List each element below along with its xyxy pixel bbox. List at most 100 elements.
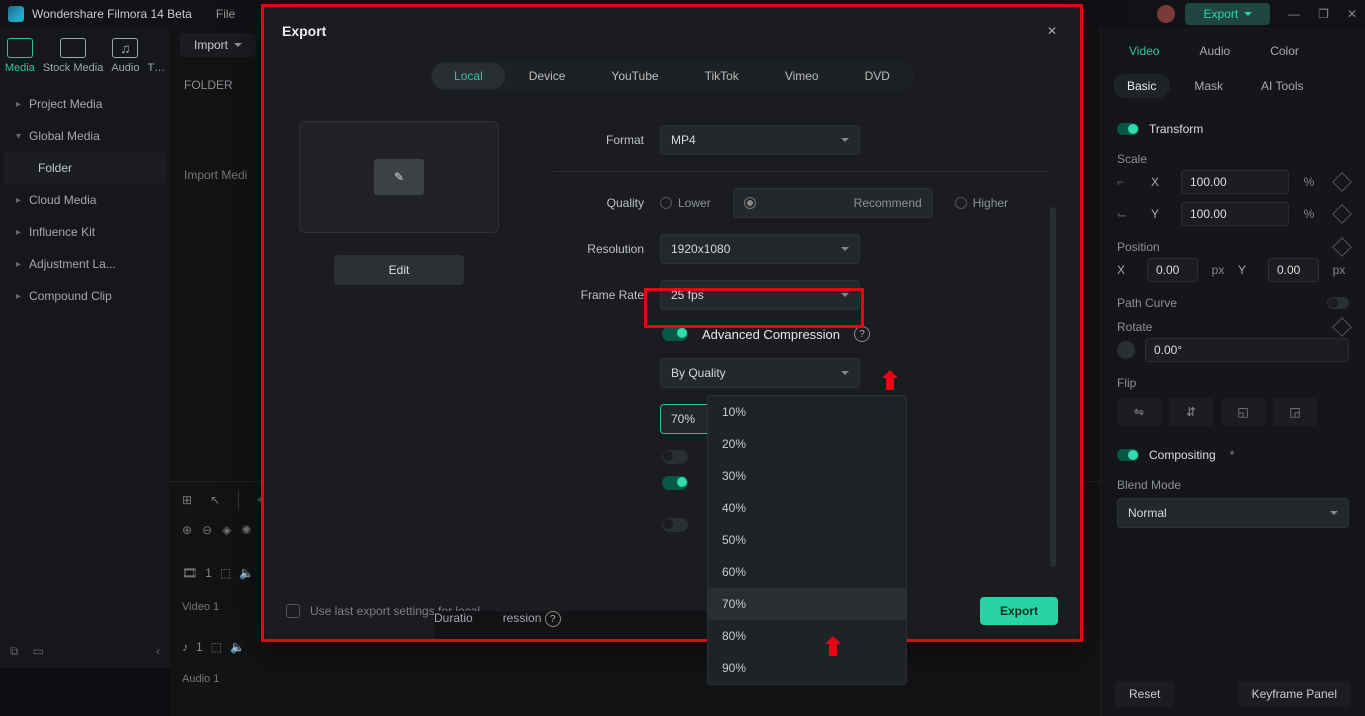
grid-icon[interactable]: ⊞ [182,493,192,507]
format-label: Format [554,133,644,147]
export-header-button[interactable]: Export [1185,3,1270,25]
link-axis-icon[interactable]: ⌐ [1117,175,1141,189]
rotate-label: Rotate [1117,320,1152,334]
menu-file[interactable]: File [216,7,235,21]
import-button[interactable]: Import [180,33,256,57]
compositing-toggle[interactable] [1117,449,1139,461]
tab-audio[interactable]: Audio [111,38,139,74]
keyframe-panel-button[interactable]: Keyframe Panel [1238,681,1351,707]
position-x-input[interactable]: 0.00 [1147,258,1198,282]
opt-50[interactable]: 50% [708,524,906,556]
checkbox[interactable] [286,604,300,618]
misc-toggle-2[interactable] [662,476,688,490]
sidebar-compound-clip[interactable]: ▸Compound Clip [4,280,166,312]
position-y-input[interactable]: 0.00 [1268,258,1319,282]
tab-color[interactable]: Color [1254,38,1315,64]
dialog-footer: Use last export settings for local Durat… [264,583,1080,639]
tab-audio[interactable]: Audio [1183,38,1246,64]
reset-button[interactable]: Reset [1115,681,1174,707]
opt-10[interactable]: 10% [708,396,906,428]
quality-lower[interactable]: Lower [660,196,711,210]
quality-recommend[interactable]: Recommend [733,188,933,218]
transform-section[interactable]: Transform [1117,116,1349,142]
transform-toggle[interactable] [1117,123,1139,135]
chevron-right-icon: ▸ [16,99,21,110]
pathcurve-toggle[interactable] [1327,297,1349,309]
misc-toggle-3[interactable] [662,518,688,532]
tab-text[interactable]: T… [147,62,165,74]
flip-buttons: ⇋ ⇵ ◱ ◲ [1117,398,1349,426]
keyframe-diamond[interactable] [1332,172,1352,192]
keyframe-diamond[interactable] [1332,204,1352,224]
opt-80[interactable]: 80% [708,620,906,652]
framerate-select[interactable]: 25 fps [660,280,860,310]
marker-icon[interactable]: ◈ [222,523,231,537]
help-icon[interactable]: ? [854,326,870,342]
opt-70[interactable]: 70% [708,588,906,620]
link-icon[interactable]: ⊖ [202,523,212,537]
tab-dvd[interactable]: DVD [843,63,912,89]
opt-30[interactable]: 30% [708,460,906,492]
subtab-ai-tools[interactable]: AI Tools [1247,74,1317,98]
window-close[interactable]: ✕ [1347,7,1357,21]
cursor-icon[interactable]: ↖ [210,493,220,507]
duration-label: Duratio [434,611,473,625]
sidebar-influence-kit[interactable]: ▸Influence Kit [4,216,166,248]
collapse-icon[interactable]: ‹ [156,644,160,658]
window-minimize[interactable]: — [1288,7,1300,21]
tab-vimeo[interactable]: Vimeo [763,63,841,89]
sidebar-adjustment-layer[interactable]: ▸Adjustment La... [4,248,166,280]
tab-local[interactable]: Local [432,63,505,89]
tab-youtube[interactable]: YouTube [589,63,680,89]
tab-tiktok[interactable]: TikTok [683,63,761,89]
window-maximize[interactable]: ❐ [1318,7,1329,21]
quality-higher[interactable]: Higher [955,196,1008,210]
opt-40[interactable]: 40% [708,492,906,524]
add-folder-icon[interactable]: ⧉ [10,644,19,659]
help-icon[interactable]: ? [545,611,561,627]
sun-icon[interactable]: ✺ [241,523,251,537]
audio-track-head[interactable]: ♪1 ⬚ 🔈 [182,640,288,654]
scale-y-input[interactable]: 100.00 [1181,202,1289,226]
close-button[interactable]: ✕ [1042,21,1062,41]
tab-device[interactable]: Device [507,63,588,89]
flip-h[interactable]: ⇋ [1117,398,1161,426]
tab-media[interactable]: Media [5,38,35,74]
opt-60[interactable]: 60% [708,556,906,588]
compression-mode-select[interactable]: By Quality [660,358,860,388]
subtab-mask[interactable]: Mask [1180,74,1237,98]
subtab-basic[interactable]: Basic [1113,74,1170,98]
export-button[interactable]: Export [980,597,1058,625]
blend-mode-select[interactable]: Normal [1117,498,1349,528]
flip-v[interactable]: ⇵ [1169,398,1213,426]
tab-stock-media[interactable]: Stock Media [43,38,104,74]
lock-icon[interactable]: ⬚ [220,566,231,580]
sidebar-cloud-media[interactable]: ▸Cloud Media [4,184,166,216]
flip-4[interactable]: ◲ [1273,398,1317,426]
mute-icon[interactable]: 🔈 [230,640,245,654]
folder-icon[interactable]: ▭ [33,644,44,658]
scrollbar[interactable] [1050,207,1056,567]
add-track-icon[interactable]: ⊕ [182,523,192,537]
edit-button[interactable]: Edit [334,255,464,285]
flip-3[interactable]: ◱ [1221,398,1265,426]
advanced-compression-toggle[interactable] [662,327,688,341]
tab-video[interactable]: Video [1113,38,1175,64]
user-avatar[interactable] [1157,5,1175,23]
rotate-input[interactable]: 0.00° [1145,338,1349,362]
resolution-select[interactable]: 1920x1080 [660,234,860,264]
sidebar-project-media[interactable]: ▸Project Media [4,88,166,120]
opt-90[interactable]: 90% [708,652,906,684]
rotate-knob[interactable] [1117,341,1135,359]
opt-20[interactable]: 20% [708,428,906,460]
lock-axis-icon[interactable]: ⌙ [1117,207,1141,221]
mute-icon[interactable]: 🔈 [239,566,254,580]
sidebar-global-media[interactable]: ▾Global Media [4,120,166,152]
byquality-value: By Quality [671,366,726,380]
misc-toggle-1[interactable] [662,450,688,464]
sidebar-folder[interactable]: Folder [4,152,166,184]
compositing-section[interactable]: Compositing* [1117,442,1349,468]
lock-icon[interactable]: ⬚ [211,640,222,654]
scale-x-input[interactable]: 100.00 [1181,170,1289,194]
format-select[interactable]: MP4 [660,125,860,155]
